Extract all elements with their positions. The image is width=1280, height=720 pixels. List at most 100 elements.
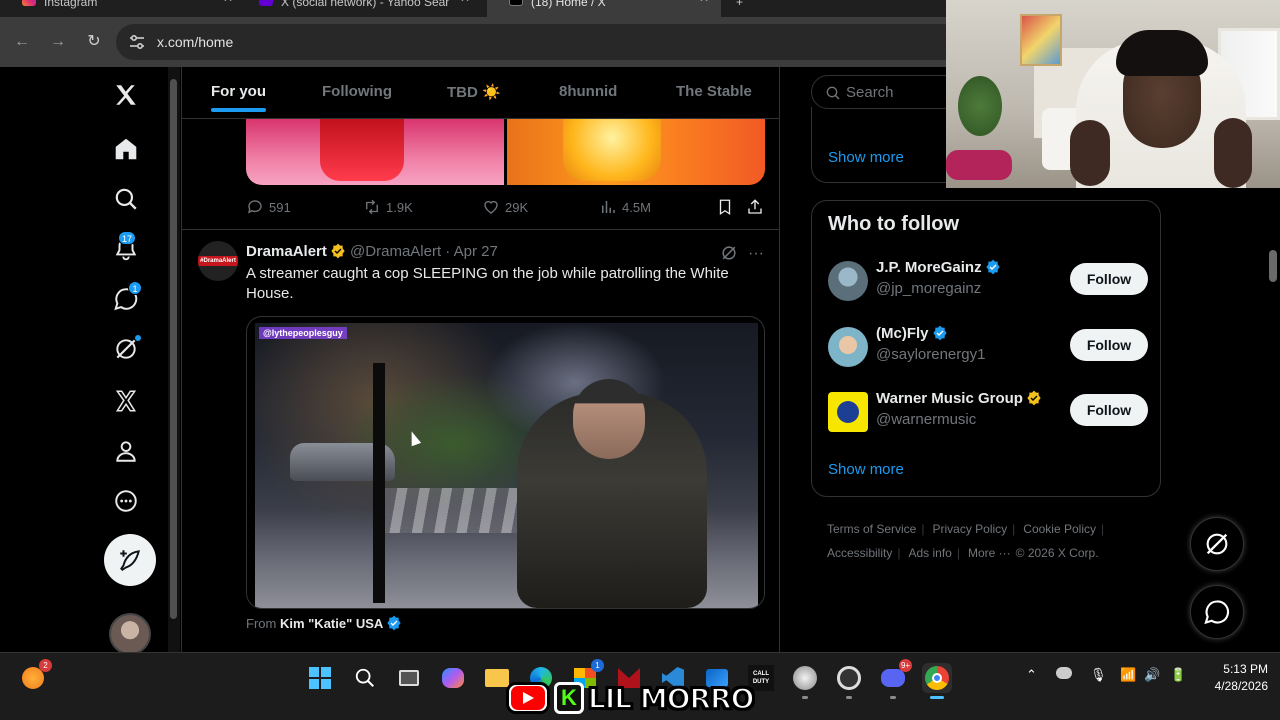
show-more-link[interactable]: Show more [828, 149, 904, 166]
weather-widget[interactable]: 2 [18, 659, 52, 693]
share-button[interactable] [746, 198, 764, 216]
browser-tab-instagram[interactable]: Instagram ✕ [0, 0, 245, 17]
footer-link[interactable]: Terms of Service [827, 522, 916, 536]
bookmark-button[interactable] [716, 198, 734, 216]
messages-fab-button[interactable] [1190, 585, 1244, 639]
microphone-icon[interactable]: 🎙 [1090, 667, 1107, 683]
tab-following[interactable]: Following [322, 83, 392, 100]
scrollbar-thumb[interactable] [1269, 250, 1277, 282]
tab-for-you[interactable]: For you [211, 83, 266, 112]
wifi-icon[interactable]: 📶 [1120, 667, 1136, 683]
start-button[interactable] [305, 663, 335, 693]
address-bar[interactable]: x.com/home [116, 24, 1016, 60]
follow-suggestion[interactable]: Warner Music Group @warnermusic Follow [828, 390, 1148, 434]
x-premium-icon [115, 390, 137, 412]
tab-tbd[interactable]: TBD ☀️ [447, 83, 501, 101]
search-input[interactable]: Search [811, 75, 961, 109]
footer-link[interactable]: Ads info [908, 546, 951, 560]
avatar[interactable] [828, 327, 868, 367]
post-author-name[interactable]: DramaAlert [246, 243, 327, 260]
taskbar-clock[interactable]: 5:13 PM 4/28/2026 [1204, 661, 1268, 695]
x-logo-icon [116, 85, 136, 105]
footer-link[interactable]: Accessibility [827, 546, 892, 560]
post-more-icon[interactable]: ··· [748, 245, 764, 263]
profile-icon [116, 441, 136, 462]
like-button[interactable]: 29K [482, 198, 528, 216]
scrollbar-thumb[interactable] [170, 79, 177, 619]
tab-indicator [211, 108, 266, 112]
warner-logo-icon[interactable] [828, 392, 868, 432]
browser-tab-yahoo[interactable]: X (social network) - Yahoo Sear ✕ [237, 0, 482, 17]
views-button[interactable]: 4.5M [599, 198, 651, 216]
share-icon [748, 199, 762, 214]
taskbar-search[interactable] [350, 663, 380, 693]
tray-app-icon[interactable] [1056, 667, 1072, 679]
reply-button[interactable]: 591 [246, 198, 291, 216]
account-handle[interactable]: @saylorenergy1 [876, 346, 985, 363]
browser-tab-x-home[interactable]: (18) Home / X ✕ [487, 0, 721, 17]
x-logo-icon [509, 0, 523, 6]
repost-button[interactable]: 1.9K [363, 198, 413, 216]
app-button[interactable] [790, 663, 820, 699]
back-icon[interactable]: ← [13, 33, 31, 51]
task-view-button[interactable] [394, 663, 424, 693]
discord-button[interactable]: 9+ [878, 659, 912, 699]
account-name[interactable]: Warner Music Group [876, 390, 1042, 407]
battery-icon[interactable]: 🔋 [1170, 667, 1186, 683]
copilot-button[interactable] [438, 663, 468, 693]
nav-more[interactable] [110, 485, 142, 517]
nav-home[interactable] [110, 133, 142, 165]
follow-suggestion[interactable]: (Mc)Fly @saylorenergy1 Follow [828, 325, 1148, 369]
post-image-right[interactable] [507, 119, 765, 185]
obs-button[interactable] [834, 663, 864, 699]
account-name[interactable]: (Mc)Fly [876, 325, 948, 342]
tab-8hunnid[interactable]: 8hunnid [559, 83, 617, 100]
avatar[interactable] [828, 261, 868, 301]
account-handle[interactable]: @warnermusic [876, 411, 976, 428]
new-tab-button[interactable]: + [724, 0, 764, 17]
post-video[interactable]: @lythepeoplesguy [246, 316, 765, 609]
volume-icon[interactable]: 🔊 [1144, 667, 1160, 683]
follow-button[interactable]: Follow [1070, 394, 1148, 426]
account-name[interactable]: J.P. MoreGainz [876, 259, 1001, 276]
compose-post-button[interactable] [104, 534, 156, 586]
video-frame: @lythepeoplesguy [255, 323, 758, 608]
footer-link[interactable]: Cookie Policy [1023, 522, 1096, 536]
account-handle[interactable]: @jp_moregainz [876, 280, 981, 297]
follow-suggestion[interactable]: J.P. MoreGainz @jp_moregainz Follow [828, 259, 1148, 303]
follow-button[interactable]: Follow [1070, 329, 1148, 361]
nav-notifications[interactable]: 17 [110, 231, 142, 265]
prev-post-actions: 591 1.9K 29K 4.5M [246, 198, 766, 220]
grok-fab-button[interactable] [1190, 517, 1244, 571]
post-image-left[interactable] [246, 119, 504, 185]
nav-messages[interactable]: 1 [110, 281, 142, 315]
post-author-handle[interactable]: @DramaAlert [350, 243, 441, 260]
video-source-name[interactable]: Kim "Katie" USA [280, 616, 383, 631]
nav-profile[interactable] [110, 435, 142, 467]
post-avatar[interactable]: #DramaAlert [198, 241, 238, 281]
chrome-button[interactable] [922, 663, 952, 699]
bookmark-icon [719, 199, 731, 216]
nav-explore[interactable] [110, 183, 142, 215]
reload-icon[interactable]: ↻ [85, 33, 103, 51]
post-date[interactable]: · Apr 27 [445, 243, 498, 260]
notifications-badge: 17 [118, 231, 137, 245]
show-more-link[interactable]: Show more [828, 461, 904, 478]
forward-icon[interactable]: → [49, 33, 67, 51]
follow-button[interactable]: Follow [1070, 263, 1148, 295]
nav-premium[interactable] [110, 385, 142, 417]
more-circle-icon [115, 490, 137, 512]
grok-explain-icon[interactable] [719, 243, 739, 263]
tab-title: X (social network) - Yahoo Sear [281, 0, 450, 9]
footer-link[interactable]: Privacy Policy [932, 522, 1007, 536]
tray-overflow-icon[interactable]: ⌃ [1026, 667, 1037, 683]
nav-grok[interactable] [110, 333, 142, 365]
footer-link[interactable]: More ··· [968, 546, 1011, 560]
grok-icon [1206, 533, 1228, 555]
site-settings-icon[interactable] [128, 33, 146, 51]
nav-x-logo[interactable] [110, 79, 142, 111]
left-scrollbar[interactable] [168, 67, 180, 652]
tab-the-stable[interactable]: The Stable [676, 83, 752, 100]
main-timeline[interactable]: For you Following TBD ☀️ 8hunnid The Sta… [181, 67, 780, 652]
account-avatar[interactable] [109, 613, 151, 655]
